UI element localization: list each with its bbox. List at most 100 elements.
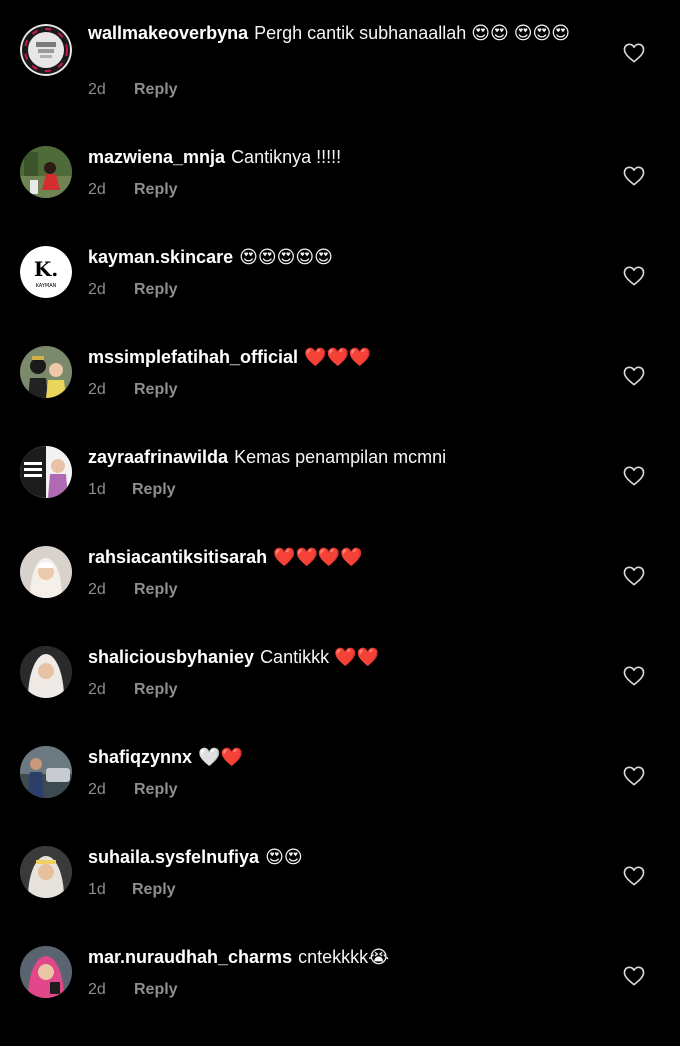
comment-time: 2d — [88, 781, 106, 798]
avatar[interactable] — [20, 546, 72, 598]
comment-username[interactable]: shafiqzynnx — [88, 747, 192, 767]
comment-item: rahsiacantiksitisarah ❤️❤️❤️❤️ 2d Reply — [0, 546, 680, 646]
comment-item: K. KAYMAN kayman.skincare 😍😍😍😍😍 2d Reply — [0, 246, 680, 346]
comment-text: 😍😍😍😍😍 — [239, 247, 333, 267]
comment-text: Kemas penampilan mcmni — [234, 447, 447, 467]
reply-button[interactable]: Reply — [134, 681, 178, 698]
comment-body: wallmakeoverbyna Pergh cantik subhanaalla… — [88, 22, 593, 45]
comment-time: 2d — [88, 281, 106, 298]
avatar-image — [20, 746, 72, 798]
avatar[interactable] — [20, 746, 72, 798]
comment-item: shaliciousbyhaniey Cantikkk ❤️❤️ 2d Reply — [0, 646, 680, 746]
like-heart-icon[interactable] — [623, 366, 645, 386]
comment-item: mar.nuraudhah_charms cntekkkk😭 2d Reply — [0, 946, 680, 1046]
avatar[interactable] — [20, 846, 72, 898]
comment-body: suhaila.sysfelnufiya 😍😍 — [88, 846, 588, 869]
comment-time: 2d — [88, 681, 106, 698]
comment-text: Cantikkk ❤️❤️ — [260, 647, 379, 667]
comment-body: rahsiacantiksitisarah ❤️❤️❤️❤️ — [88, 546, 588, 569]
avatar-image — [20, 446, 72, 498]
comment-body: kayman.skincare 😍😍😍😍😍 — [88, 246, 588, 269]
avatar-image: K. KAYMAN — [20, 246, 72, 298]
reply-button[interactable]: Reply — [134, 581, 178, 598]
comment-body: shaliciousbyhaniey Cantikkk ❤️❤️ — [88, 646, 588, 669]
reply-button[interactable]: Reply — [134, 981, 178, 998]
avatar-image — [20, 546, 72, 598]
comment-item: mazwiena_mnja Cantiknya !!!!! 2d Reply — [0, 146, 680, 246]
comment-username[interactable]: shaliciousbyhaniey — [88, 647, 254, 667]
comment-item: zayraafrinawilda Kemas penampilan mcmni 1… — [0, 446, 680, 546]
avatar[interactable] — [20, 446, 72, 498]
comment-meta: 2d Reply — [88, 180, 178, 200]
comment-meta: 1d Reply — [88, 880, 176, 900]
reply-button[interactable]: Reply — [134, 281, 178, 298]
comment-username[interactable]: kayman.skincare — [88, 247, 233, 267]
like-heart-icon[interactable] — [623, 666, 645, 686]
avatar-image — [20, 24, 72, 76]
avatar[interactable] — [20, 646, 72, 698]
reply-button[interactable]: Reply — [134, 181, 178, 198]
comment-list: wallmakeoverbyna Pergh cantik subhanaalla… — [0, 0, 680, 1024]
comment-text: ❤️❤️❤️ — [304, 347, 372, 367]
comment-body: shafiqzynnx 🤍❤️ — [88, 746, 588, 769]
comment-body: mar.nuraudhah_charms cntekkkk😭 — [88, 946, 588, 969]
avatar[interactable] — [20, 146, 72, 198]
comment-item: suhaila.sysfelnufiya 😍😍 1d Reply — [0, 846, 680, 946]
comment-username[interactable]: mssimplefatihah_official — [88, 347, 298, 367]
comment-username[interactable]: mazwiena_mnja — [88, 147, 225, 167]
comment-username[interactable]: mar.nuraudhah_charms — [88, 947, 292, 967]
avatar-image — [20, 646, 72, 698]
comment-time: 2d — [88, 981, 106, 998]
comment-text: 😍😍 — [265, 847, 303, 867]
comment-item: wallmakeoverbyna Pergh cantik subhanaalla… — [0, 0, 680, 100]
avatar[interactable] — [20, 24, 72, 76]
kayman-logo-brand: KAYMAN — [36, 283, 57, 289]
comment-time: 1d — [88, 881, 106, 898]
comment-item: mssimplefatihah_official ❤️❤️❤️ 2d Reply — [0, 346, 680, 446]
avatar[interactable] — [20, 346, 72, 398]
comment-text: cntekkkk😭 — [298, 947, 390, 967]
comment-time: 1d — [88, 481, 106, 498]
reply-button[interactable]: Reply — [132, 481, 176, 498]
reply-button[interactable]: Reply — [134, 81, 178, 98]
comment-username[interactable]: wallmakeoverbyna — [88, 23, 248, 43]
comment-meta: 2d Reply — [88, 380, 178, 400]
kayman-logo-letter: K. — [34, 257, 58, 281]
avatar-image — [20, 146, 72, 198]
avatar-image — [20, 346, 72, 398]
comment-username[interactable]: zayraafrinawilda — [88, 447, 228, 467]
avatar[interactable] — [20, 946, 72, 998]
comment-time: 2d — [88, 381, 106, 398]
like-heart-icon[interactable] — [623, 166, 645, 186]
comment-time: 2d — [88, 81, 106, 98]
comment-meta: 2d Reply — [88, 280, 178, 300]
avatar-image — [20, 846, 72, 898]
comment-username[interactable]: rahsiacantiksitisarah — [88, 547, 267, 567]
reply-button[interactable]: Reply — [134, 381, 178, 398]
like-heart-icon[interactable] — [623, 266, 645, 286]
comment-meta: 2d Reply — [88, 80, 178, 100]
comment-username[interactable]: suhaila.sysfelnufiya — [88, 847, 259, 867]
comment-meta: 2d Reply — [88, 780, 178, 800]
comment-body: mazwiena_mnja Cantiknya !!!!! — [88, 146, 588, 169]
like-heart-icon[interactable] — [623, 466, 645, 486]
reply-button[interactable]: Reply — [132, 881, 176, 898]
comment-time: 2d — [88, 581, 106, 598]
avatar[interactable]: K. KAYMAN — [20, 246, 72, 298]
like-heart-icon[interactable] — [623, 966, 645, 986]
comment-text: Cantiknya !!!!! — [231, 147, 342, 167]
like-heart-icon[interactable] — [623, 566, 645, 586]
like-heart-icon[interactable] — [623, 43, 645, 63]
comment-time: 2d — [88, 181, 106, 198]
comment-text: 🤍❤️ — [198, 747, 243, 767]
comment-body: zayraafrinawilda Kemas penampilan mcmni — [88, 446, 588, 469]
comment-meta: 2d Reply — [88, 580, 178, 600]
comment-meta: 2d Reply — [88, 680, 178, 700]
like-heart-icon[interactable] — [623, 766, 645, 786]
comment-text: Pergh cantik subhanaallah 😍😍 😍😍😍 — [254, 23, 571, 43]
avatar-image — [20, 946, 72, 998]
reply-button[interactable]: Reply — [134, 781, 178, 798]
comment-item: shafiqzynnx 🤍❤️ 2d Reply — [0, 746, 680, 846]
comment-meta: 2d Reply — [88, 980, 178, 1000]
like-heart-icon[interactable] — [623, 866, 645, 886]
